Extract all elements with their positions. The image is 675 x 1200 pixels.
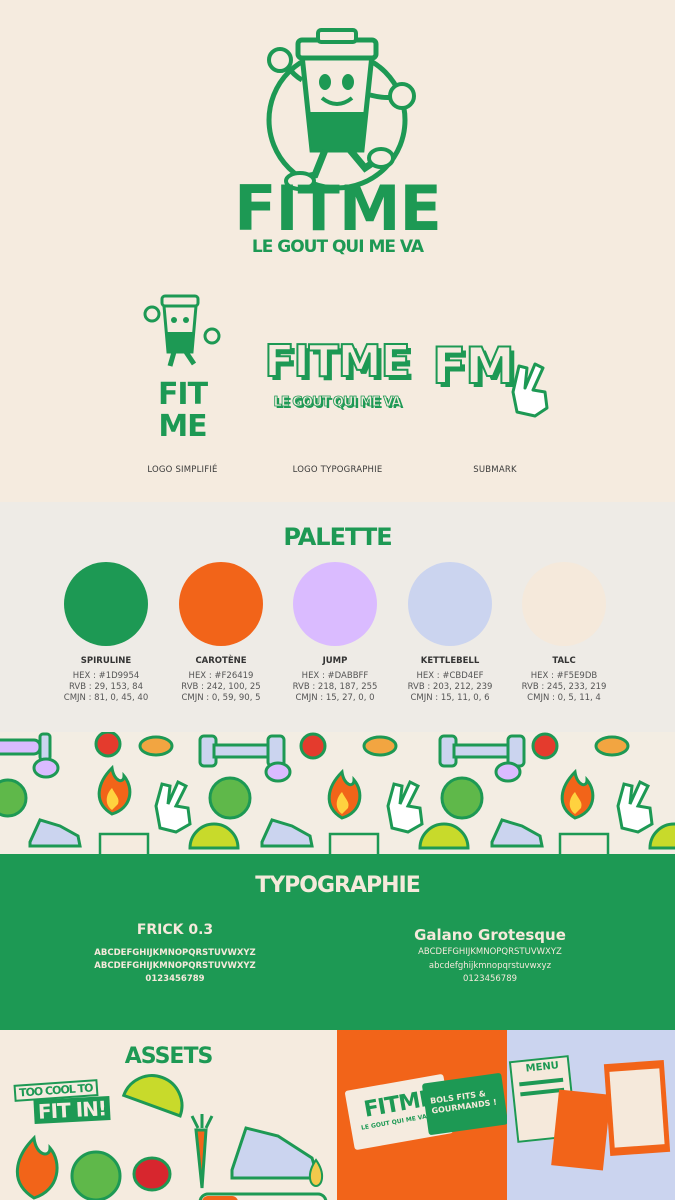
swatch-rvb: RVB : 245, 233, 219	[521, 682, 607, 692]
swatch-hex: HEX : #1D9954	[72, 671, 140, 681]
palette-title: PALETTE	[283, 523, 392, 551]
font2-name: Galano Grotesque	[414, 926, 566, 944]
assets-title: ASSETS	[124, 1044, 214, 1069]
assets-illustration	[16, 1074, 328, 1200]
menu-mockup: MENU	[507, 1030, 675, 1200]
variant-label: SUBMARK	[473, 465, 517, 475]
mini-mascot-icon	[143, 294, 221, 367]
assets-section: ASSETS TOO COOL TO FIT IN! FITME LE GOUT…	[0, 1030, 675, 1200]
font2-upper: ABCDEFGHIJKMNOPQRSTUVWXYZ	[418, 947, 562, 957]
fire-icon	[16, 1134, 59, 1200]
swatch-rvb: RVB : 203, 212, 239	[407, 682, 493, 692]
typography-title: TYPOGRAPHIE	[255, 873, 421, 898]
typography-section: TYPOGRAPHIE FRICK 0.3 ABCDEFGHIJKMNOPQRS…	[0, 854, 675, 1030]
brand-tagline: LE GOUT QUI ME VA	[251, 237, 424, 257]
swatch-name: SPIRULINE	[80, 656, 132, 666]
menu-content	[609, 1068, 665, 1148]
fire-icon	[97, 764, 132, 816]
variant-label: LOGO TYPOGRAPHIE	[292, 465, 383, 475]
swatch-hex: HEX : #F26419	[188, 671, 254, 681]
fire-icon	[327, 768, 362, 820]
menu-line	[519, 1077, 564, 1087]
dumbbell-icon	[0, 732, 52, 762]
toggle-icon	[198, 1192, 328, 1200]
swatch-rvb: RVB : 218, 187, 255	[292, 682, 378, 692]
menu-sheet-orange	[603, 1060, 671, 1156]
assets-panel: ASSETS TOO COOL TO FIT IN!	[0, 1030, 337, 1200]
swatch-kettlebell	[408, 562, 492, 646]
card-back: BOLS FITS & GOURMANDS !	[421, 1072, 509, 1136]
swatch-name: JUMP	[322, 656, 348, 666]
peace-hand-icon	[511, 362, 549, 418]
hero-logo-section: FITME LE GOUT QUI ME VA	[0, 0, 675, 262]
icon-pattern-section	[0, 732, 675, 854]
dumbbell-icon	[198, 734, 286, 768]
logo-variants-section: FIT ME FITME LE GOUT QUI ME VA FM LOGO S…	[0, 262, 675, 502]
sneaker-icon	[230, 1126, 321, 1180]
variant-label: LOGO SIMPLIFIÉ	[147, 465, 218, 475]
swatch-cmjn: CMJN : 15, 27, 0, 0	[295, 693, 375, 703]
font1-upper2: ABCDEFGHIJKMNOPQRSTUVWXYZ	[94, 961, 256, 971]
font1-name: FRICK 0.3	[136, 922, 214, 938]
lettuce-icon	[70, 1150, 122, 1200]
card-text: BOLS FITS & GOURMANDS !	[429, 1089, 498, 1116]
menu-title: MENU	[525, 1060, 560, 1075]
swatch-rvb: RVB : 29, 153, 84	[68, 682, 144, 692]
swatch-talc	[522, 562, 606, 646]
fire-icon	[560, 768, 595, 820]
swatch-cmjn: CMJN : 15, 11, 0, 6	[410, 693, 490, 703]
font2-lower: abcdefghijkmnopqrstuvwxyz	[428, 961, 552, 971]
swatch-name: TALC	[552, 656, 576, 666]
swatch-name: KETTLEBELL	[420, 656, 480, 666]
font2-digits: 0123456789	[462, 974, 518, 984]
swatch-cmjn: CMJN : 0, 59, 90, 5	[181, 693, 261, 703]
swatch-cmjn: CMJN : 81, 0, 45, 40	[63, 693, 149, 703]
swatch-jump	[293, 562, 377, 646]
lemon-icon	[121, 1074, 184, 1118]
menu-sheet-orange	[551, 1089, 611, 1171]
typographic-tagline: LE GOUT QUI ME VA	[273, 395, 402, 410]
swatch-rvb: RVB : 242, 100, 25	[181, 682, 261, 692]
palette-section: PALETTE SPIRULINE HEX : #1D9954 RVB : 29…	[0, 502, 675, 732]
swatch-carotene	[179, 562, 263, 646]
swatch-name: CAROTÈNE	[195, 656, 247, 666]
swatch-hex: HEX : #F5E9DB	[530, 671, 598, 681]
simplified-fit: FIT	[157, 377, 208, 412]
submark-logo: FM	[431, 337, 516, 395]
boxing-glove-icon	[132, 1156, 172, 1192]
dumbbell-icon	[438, 734, 526, 768]
carrot-icon	[190, 1114, 214, 1189]
swatch-cmjn: CMJN : 0, 5, 11, 4	[527, 693, 601, 703]
swatch-hex: HEX : #DABBFF	[301, 671, 369, 681]
simplified-me: ME	[158, 409, 207, 444]
font1-digits: 0123456789	[145, 974, 205, 984]
brand-wordmark: FITME	[234, 172, 442, 245]
font1-upper: ABCDEFGHIJKMNOPQRSTUVWXYZ	[94, 948, 256, 958]
swatch-spiruline	[64, 562, 148, 646]
swatch-hex: HEX : #CBD4EF	[416, 671, 484, 681]
typographic-logo: FITME	[263, 336, 411, 387]
pattern-illustration	[0, 732, 675, 854]
business-card-mockup: FITME LE GOUT QUI ME VA BOLS FITS & GOUR…	[337, 1030, 509, 1200]
